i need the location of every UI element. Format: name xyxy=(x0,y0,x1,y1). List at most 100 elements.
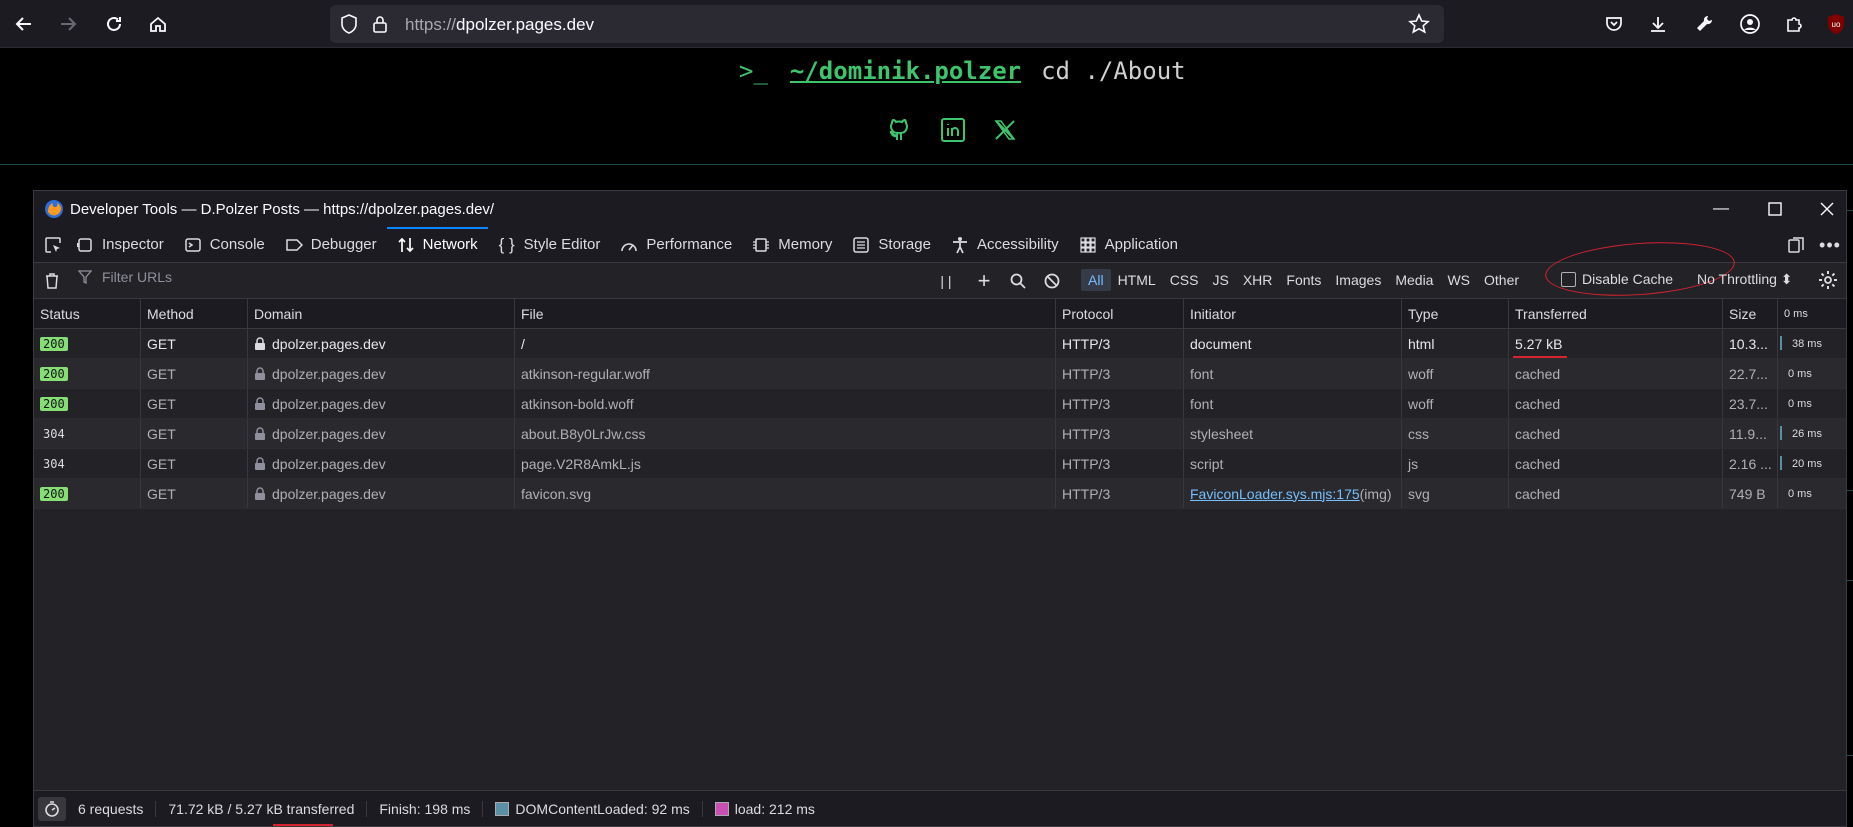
col-size[interactable]: Size xyxy=(1723,299,1778,328)
add-request-button[interactable]: + xyxy=(974,268,994,293)
reload-button[interactable] xyxy=(100,10,128,38)
col-type[interactable]: Type xyxy=(1402,299,1509,328)
close-button[interactable] xyxy=(1812,197,1842,221)
more-options-button[interactable]: ••• xyxy=(1819,235,1840,255)
cell-initiator: font xyxy=(1184,389,1402,418)
col-domain[interactable]: Domain xyxy=(248,299,515,328)
initiator-text: document xyxy=(1190,335,1252,352)
block-button[interactable] xyxy=(1042,271,1062,291)
wrench-icon[interactable] xyxy=(1690,10,1718,38)
table-row[interactable]: 304 GET dpolzer.pages.dev page.V2R8AmkL.js H… xyxy=(34,449,1846,479)
picker-icon xyxy=(44,236,62,254)
cell-waterfall: 26 ms xyxy=(1778,419,1846,448)
network-settings-button[interactable] xyxy=(1818,270,1838,290)
github-icon[interactable] xyxy=(886,115,916,145)
bookmark-star-icon[interactable] xyxy=(1408,13,1430,40)
tab-console[interactable]: Console xyxy=(174,227,275,263)
tab-label: Accessibility xyxy=(976,236,1059,253)
linkedin-icon[interactable] xyxy=(938,115,968,145)
prompt-path-link[interactable]: ~/dominik.polzer xyxy=(790,57,1021,85)
filter-html[interactable]: HTML xyxy=(1111,269,1163,291)
col-waterfall[interactable]: 0 ms xyxy=(1778,299,1846,328)
inspector-icon xyxy=(76,236,94,254)
finish-time: Finish: 198 ms xyxy=(367,800,484,817)
downloads-icon[interactable] xyxy=(1644,10,1672,38)
filter-all[interactable]: All xyxy=(1081,269,1111,291)
x-twitter-icon[interactable] xyxy=(990,115,1020,145)
table-row[interactable]: 304 GET dpolzer.pages.dev about.B8y0LrJw.cs… xyxy=(34,419,1846,449)
filter-other[interactable]: Other xyxy=(1477,269,1526,291)
filter-ws[interactable]: WS xyxy=(1440,269,1477,291)
home-button[interactable] xyxy=(144,10,172,38)
forward-button[interactable] xyxy=(54,10,82,38)
cell-transferred: cached xyxy=(1509,389,1723,418)
minimize-button[interactable]: — xyxy=(1706,197,1736,221)
shield-icon[interactable] xyxy=(340,14,358,39)
gauge-icon xyxy=(620,236,638,254)
col-protocol[interactable]: Protocol xyxy=(1056,299,1184,328)
pause-button[interactable]: | | xyxy=(936,271,956,291)
col-file[interactable]: File xyxy=(515,299,1056,328)
tab-debugger[interactable]: Debugger xyxy=(275,227,387,263)
filter-urls-field[interactable]: Filter URLs xyxy=(78,269,172,285)
back-button[interactable] xyxy=(10,10,38,38)
col-status[interactable]: Status xyxy=(34,299,141,328)
table-row[interactable]: 200 GET dpolzer.pages.dev / HTTP/3 document ht… xyxy=(34,329,1846,359)
storage-icon xyxy=(852,236,870,254)
clear-button[interactable] xyxy=(42,271,62,291)
cell-size: 22.7... xyxy=(1723,359,1778,388)
cell-initiator: font xyxy=(1184,359,1402,388)
domain-text: dpolzer.pages.dev xyxy=(272,335,386,352)
cell-waterfall: 20 ms xyxy=(1778,449,1846,478)
col-transferred[interactable]: Transferred xyxy=(1509,299,1723,328)
timing-text: 26 ms xyxy=(1792,427,1822,440)
dcl-label: DOMContentLoaded: 92 ms xyxy=(515,800,690,817)
url-host: dpolzer.pages.dev xyxy=(456,15,595,34)
lock-icon[interactable] xyxy=(372,14,388,39)
timing-text: 0 ms xyxy=(1788,487,1812,500)
tab-accessibility[interactable]: Accessibility xyxy=(941,227,1069,263)
table-row[interactable]: 200 GET dpolzer.pages.dev atkinson-regular.… xyxy=(34,359,1846,389)
maximize-button[interactable] xyxy=(1760,197,1790,221)
col-initiator[interactable]: Initiator xyxy=(1184,299,1402,328)
dock-toggle-button[interactable] xyxy=(1786,235,1806,255)
tab-style-editor[interactable]: { } Style Editor xyxy=(488,227,611,263)
extensions-icon[interactable] xyxy=(1780,10,1808,38)
filter-css[interactable]: CSS xyxy=(1163,269,1206,291)
account-icon[interactable] xyxy=(1736,10,1764,38)
tab-network[interactable]: Network xyxy=(386,226,488,263)
table-row[interactable]: 200 GET dpolzer.pages.dev atkinson-bold.wof… xyxy=(34,389,1846,419)
filter-js[interactable]: JS xyxy=(1205,269,1235,291)
col-method[interactable]: Method xyxy=(141,299,248,328)
home-icon xyxy=(150,16,166,32)
social-links xyxy=(886,115,1020,145)
status-badge: 304 xyxy=(43,456,65,471)
pocket-icon[interactable] xyxy=(1600,10,1628,38)
throttling-select[interactable]: No Throttling ⬍ xyxy=(1697,271,1793,288)
tab-memory[interactable]: Memory xyxy=(742,227,842,263)
tab-storage[interactable]: Storage xyxy=(842,227,941,263)
url-bar[interactable]: https://dpolzer.pages.dev xyxy=(330,5,1444,43)
ublock-icon[interactable]: uo xyxy=(1822,10,1850,38)
filter-fonts[interactable]: Fonts xyxy=(1279,269,1328,291)
lock-icon xyxy=(254,366,266,381)
block-icon xyxy=(1044,273,1060,289)
disable-cache-checkbox[interactable]: Disable Cache xyxy=(1561,271,1673,287)
debugger-icon xyxy=(285,236,303,254)
filter-images[interactable]: Images xyxy=(1328,269,1388,291)
initiator-link[interactable]: FaviconLoader.sys.mjs:175 xyxy=(1190,486,1360,502)
search-button[interactable] xyxy=(1008,271,1028,291)
filter-media[interactable]: Media xyxy=(1388,269,1440,291)
devtools-titlebar: Developer Tools — D.Polzer Posts — https… xyxy=(34,191,1846,227)
tab-inspector[interactable]: Inspector xyxy=(66,227,174,263)
devtools-tabbar: Inspector Console Debugger Network { } S… xyxy=(34,226,1846,263)
cell-method: GET xyxy=(141,419,248,448)
performance-analysis-button[interactable] xyxy=(38,796,66,821)
cell-transferred: cached xyxy=(1509,359,1723,388)
tab-application[interactable]: Application xyxy=(1069,227,1188,263)
checkbox-icon xyxy=(1561,271,1576,287)
element-picker-button[interactable] xyxy=(34,227,66,263)
tab-performance[interactable]: Performance xyxy=(610,227,742,263)
filter-xhr[interactable]: XHR xyxy=(1236,269,1280,291)
table-row[interactable]: 200 GET dpolzer.pages.dev favicon.svg HTTP/3… xyxy=(34,479,1846,509)
